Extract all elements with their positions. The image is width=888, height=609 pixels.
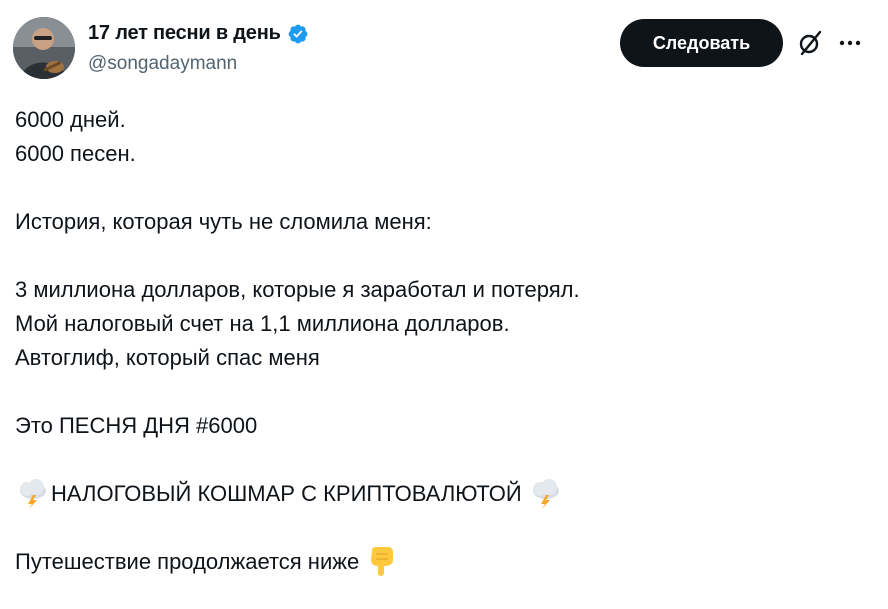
tweet-line: Мой налоговый счет на 1,1 миллиона долла… (15, 311, 510, 336)
tweet-line-last: Путешествие продолжается ниже (15, 545, 875, 579)
tweet-line: Это ПЕСНЯ ДНЯ #6000 (15, 413, 258, 438)
display-name[interactable]: 17 лет песни в день (88, 22, 281, 45)
tweet-line-text: НАЛОГОВЫЙ КОШМАР С КРИПТОВАЛЮТОЙ (51, 481, 522, 506)
tweet-line: 6000 песен. (15, 141, 136, 166)
verified-badge-icon (288, 24, 308, 43)
tweet-line: Автоглиф, который спас меня (15, 345, 320, 370)
tweet-line: 6000 дней. (15, 107, 126, 132)
pointing-down-emoji (371, 547, 394, 576)
grok-icon[interactable] (796, 29, 824, 57)
tweet-line-text: Путешествие продолжается ниже (15, 549, 360, 574)
author-handle[interactable]: @songadaymann (88, 53, 237, 75)
cloud-lightning-emoji (532, 479, 559, 509)
author-name-row: 17 лет песни в день (88, 22, 309, 45)
more-options-icon[interactable] (839, 37, 861, 49)
cloud-lightning-emoji (20, 479, 46, 509)
tweet-line-storm: НАЛОГОВЫЙ КОШМАР С КРИПТОВАЛЮТОЙ (15, 477, 875, 511)
follow-button[interactable]: Следовать (620, 19, 783, 67)
tweet-line: 3 миллиона долларов, которые я заработал… (15, 277, 580, 302)
avatar[interactable] (13, 17, 75, 79)
tweet-text: 6000 дней. 6000 песен. История, которая … (15, 103, 875, 579)
tweet-line: История, которая чуть не сломила меня: (15, 209, 432, 234)
